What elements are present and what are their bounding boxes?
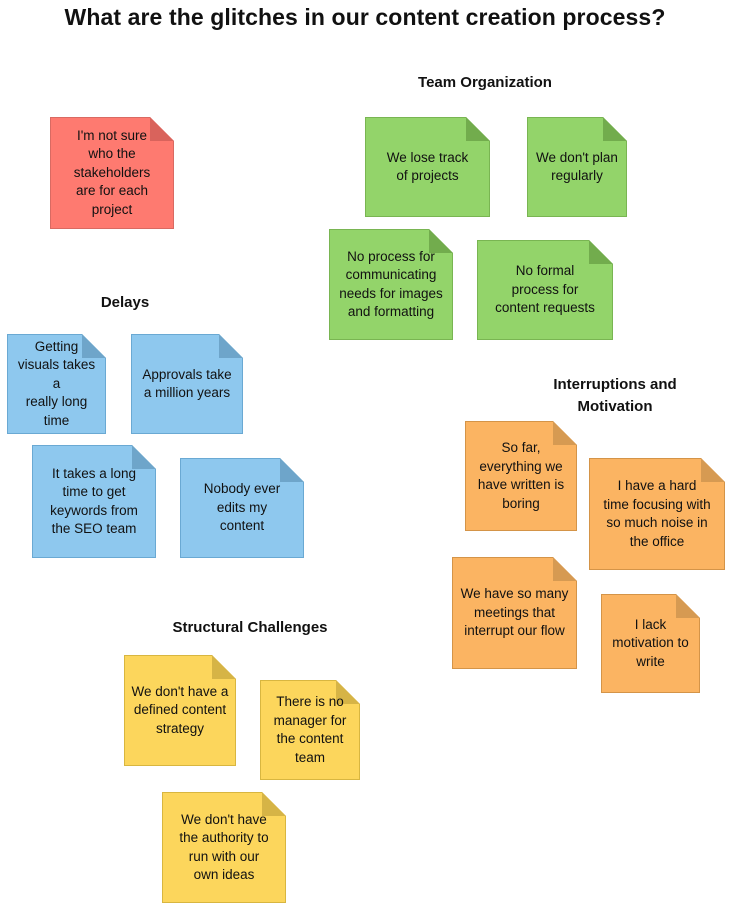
- note-text: No formal process for content requests: [495, 263, 595, 316]
- note-fold-corner: [466, 117, 490, 141]
- note-text: Getting visuals takes a really long time: [17, 338, 96, 428]
- sticky-note[interactable]: There is no manager for the content team: [260, 680, 360, 780]
- note-fold-corner: [553, 557, 577, 581]
- sticky-note[interactable]: So far, everything we have written is bo…: [465, 421, 577, 531]
- note-text: Approvals take a million years: [142, 366, 232, 401]
- sticky-note[interactable]: No process for communicating needs for i…: [329, 229, 453, 340]
- note-fold-corner: [603, 117, 627, 141]
- sticky-note[interactable]: I lack motivation to write: [601, 594, 700, 693]
- note-text: We lose track of projects: [386, 149, 469, 184]
- sticky-note[interactable]: We don't have the authority to run with …: [162, 792, 286, 903]
- note-text: It takes a long time to get keywords fro…: [50, 465, 138, 537]
- sticky-note[interactable]: We don't have a defined content strategy: [124, 655, 236, 766]
- note-fold-corner: [676, 594, 700, 618]
- note-text: Nobody ever edits my content: [203, 481, 281, 534]
- sticky-note[interactable]: We have so many meetings that interrupt …: [452, 557, 577, 669]
- sticky-note[interactable]: I have a hard time focusing with so much…: [589, 458, 725, 570]
- note-fold-corner: [589, 240, 613, 264]
- note-fold-corner: [212, 655, 236, 679]
- group-heading-delays: Delays: [100, 294, 150, 311]
- sticky-note[interactable]: We don't plan regularly: [527, 117, 627, 217]
- sticky-note[interactable]: We lose track of projects: [365, 117, 490, 217]
- note-text: I have a hard time focusing with so much…: [603, 478, 711, 549]
- note-text: We don't have a defined content strategy: [131, 683, 229, 736]
- board-title: What are the glitches in our content cre…: [64, 4, 666, 30]
- note-fold-corner: [150, 117, 174, 141]
- sticky-note[interactable]: I'm not sure who the stakeholders are fo…: [50, 117, 174, 229]
- group-heading-structural: Structural Challenges: [172, 619, 328, 636]
- note-text: No process for communicating needs for i…: [339, 248, 443, 320]
- sticky-note[interactable]: Getting visuals takes a really long time: [7, 334, 106, 434]
- sticky-note[interactable]: It takes a long time to get keywords fro…: [32, 445, 156, 558]
- sticky-note[interactable]: Approvals take a million years: [131, 334, 243, 434]
- note-text: There is no manager for the content team: [273, 694, 347, 765]
- note-text: I lack motivation to write: [612, 616, 689, 669]
- sticky-note[interactable]: No formal process for content requests: [477, 240, 613, 340]
- note-text: So far, everything we have written is bo…: [477, 440, 565, 511]
- note-text: We have so many meetings that interrupt …: [460, 586, 569, 639]
- group-heading-interruptions: Interruptions and Motivation: [553, 376, 677, 415]
- sticky-note[interactable]: Nobody ever edits my content: [180, 458, 304, 558]
- note-fold-corner: [219, 334, 243, 358]
- group-heading-team-organization: Team Organization: [418, 74, 552, 91]
- note-text: We don't have the authority to run with …: [179, 811, 269, 883]
- note-fold-corner: [280, 458, 304, 482]
- note-text: We don't plan regularly: [536, 149, 618, 184]
- note-text: I'm not sure who the stakeholders are fo…: [73, 127, 151, 217]
